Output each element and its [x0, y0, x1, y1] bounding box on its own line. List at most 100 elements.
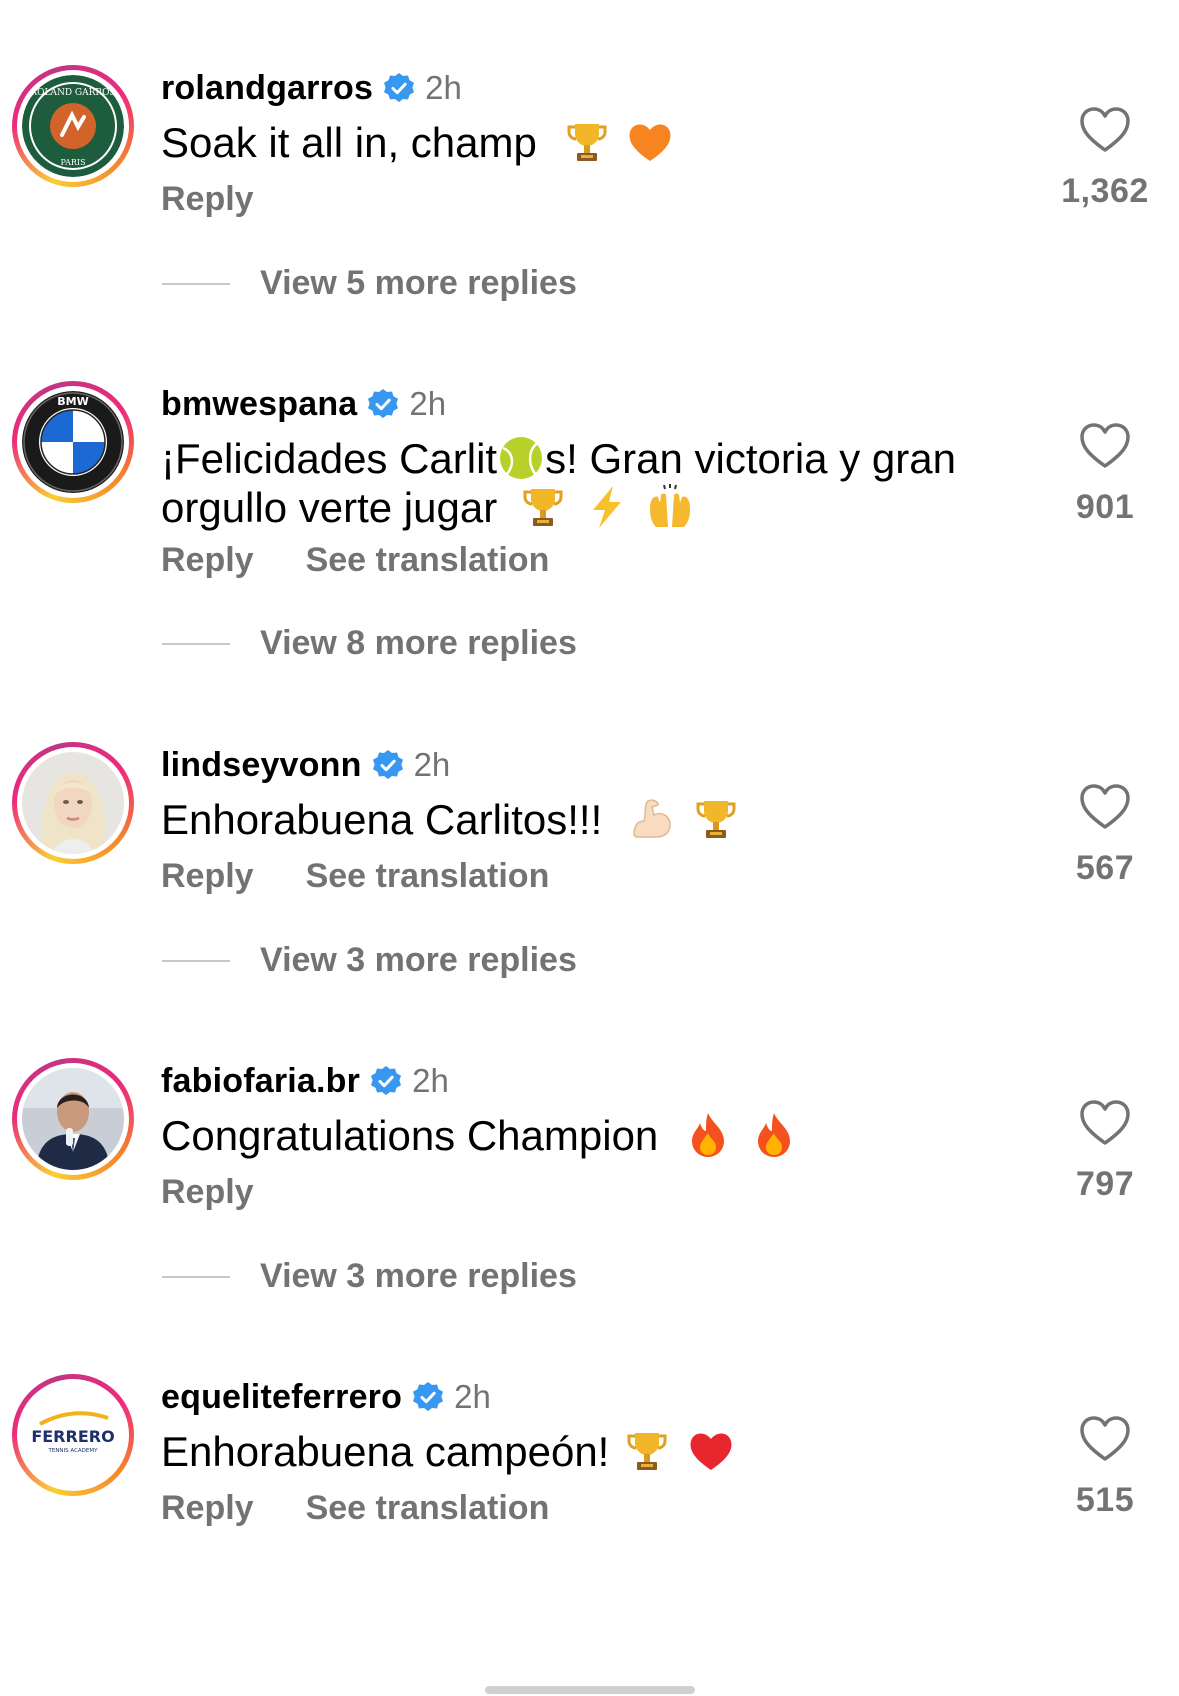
comment-item: FERRERO TENNIS ACADEMY equeliteferrero 2…	[0, 1309, 1179, 1649]
heart-icon[interactable]	[1079, 1099, 1131, 1147]
avatar-story-ring[interactable]	[12, 742, 134, 864]
profile-photo	[22, 1068, 124, 1170]
fire-emoji	[684, 1111, 732, 1159]
view-replies-button[interactable]: View 5 more replies	[162, 264, 577, 303]
logo-text-top: ROLAND GARROS	[30, 88, 115, 98]
tennis-ball-emoji	[497, 434, 545, 482]
comment-body: Enhorabuena campeón!	[161, 1428, 610, 1475]
comment-text: Congratulations Champion	[161, 1111, 1031, 1160]
verified-badge-icon	[383, 72, 415, 104]
see-translation-button[interactable]: See translation	[306, 857, 550, 896]
comment-actions: Reply	[161, 1173, 306, 1212]
view-replies-label: View 5 more replies	[260, 264, 577, 302]
comment-header: fabiofaria.br 2h	[161, 1058, 449, 1104]
timestamp: 2h	[413, 746, 451, 783]
reply-button[interactable]: Reply	[161, 857, 254, 896]
avatar	[22, 752, 124, 854]
like-control: 515	[1040, 1415, 1170, 1520]
view-replies-button[interactable]: View 3 more replies	[162, 941, 577, 980]
avatar-story-ring[interactable]: FERRERO TENNIS ACADEMY	[12, 1374, 134, 1496]
heart-icon[interactable]	[1079, 106, 1131, 154]
username[interactable]: fabiofaria.br	[161, 1062, 360, 1101]
heart-icon[interactable]	[1079, 783, 1131, 831]
divider-line	[162, 282, 230, 285]
profile-photo	[22, 752, 124, 854]
see-translation-button[interactable]: See translation	[306, 541, 550, 580]
view-replies-button[interactable]: View 8 more replies	[162, 624, 577, 663]
trophy-emoji	[692, 795, 740, 843]
like-count: 515	[1075, 1481, 1135, 1519]
username[interactable]: lindseyvonn	[161, 746, 362, 785]
reply-button[interactable]: Reply	[161, 1489, 254, 1528]
comment-actions: Reply See translation	[161, 857, 601, 896]
timestamp: 2h	[409, 385, 447, 422]
comment-header: rolandgarros 2h	[161, 65, 462, 111]
heart-icon[interactable]	[1079, 422, 1131, 470]
logo-subtext: TENNIS ACADEMY	[47, 1448, 98, 1454]
logo-text: FERRERO	[31, 1427, 114, 1446]
comment-item: ROLAND GARROS PARIS rolandgarros 2h Soak…	[0, 0, 1179, 340]
username[interactable]: rolandgarros	[161, 69, 373, 108]
home-indicator	[485, 1686, 695, 1694]
comment-body-part1: ¡Felicidades Carlit	[161, 435, 498, 482]
comment-item: lindseyvonn 2h Enhorabuena Carlitos!!! R…	[0, 677, 1179, 1017]
orange-heart-emoji	[626, 118, 674, 166]
comment-header: lindseyvonn 2h	[161, 742, 450, 788]
timestamp: 2h	[425, 69, 462, 106]
avatar-story-ring[interactable]	[12, 1058, 134, 1180]
fire-emoji	[750, 1111, 798, 1159]
comment-actions: Reply See translation	[161, 541, 601, 580]
ferrero-logo: FERRERO TENNIS ACADEMY	[22, 1384, 124, 1486]
comment-item: fabiofaria.br 2h Congratulations Champio…	[0, 993, 1179, 1333]
flexed-biceps-emoji	[628, 795, 676, 843]
username[interactable]: equeliteferrero	[161, 1378, 402, 1417]
view-replies-label: View 8 more replies	[260, 624, 577, 662]
logo-text: BMW	[57, 395, 88, 408]
lightning-emoji	[583, 483, 631, 531]
divider-line	[162, 1275, 230, 1278]
like-control: 567	[1040, 783, 1170, 888]
divider-line	[162, 959, 230, 962]
username[interactable]: bmwespana	[161, 385, 357, 424]
avatar-story-ring[interactable]: ROLAND GARROS PARIS	[12, 65, 134, 187]
verified-badge-icon	[370, 1065, 402, 1097]
roland-garros-logo: ROLAND GARROS PARIS	[22, 75, 124, 177]
bmw-logo: BMW	[22, 391, 124, 493]
like-count: 797	[1075, 1165, 1135, 1203]
comment-body: Congratulations Champion	[161, 1112, 659, 1159]
reply-button[interactable]: Reply	[161, 180, 254, 219]
avatar: FERRERO TENNIS ACADEMY	[22, 1384, 124, 1486]
heart-icon[interactable]	[1079, 1415, 1131, 1463]
see-translation-button[interactable]: See translation	[306, 1489, 550, 1528]
avatar-story-ring[interactable]: BMW	[12, 381, 134, 503]
comment-text: Enhorabuena Carlitos!!!	[161, 795, 1031, 844]
raising-hands-emoji	[646, 483, 694, 531]
comment-header: bmwespana 2h	[161, 381, 446, 427]
avatar: ROLAND GARROS PARIS	[22, 75, 124, 177]
reply-button[interactable]: Reply	[161, 1173, 254, 1212]
view-replies-label: View 3 more replies	[260, 1257, 577, 1295]
reply-button[interactable]: Reply	[161, 541, 254, 580]
verified-badge-icon	[412, 1381, 444, 1413]
view-replies-label: View 3 more replies	[260, 941, 577, 979]
trophy-emoji	[519, 483, 567, 531]
timestamp: 2h	[412, 1062, 449, 1099]
comment-item: BMW bmwespana 2h ¡Felicidades Carlit s! …	[0, 316, 1179, 662]
like-control: 797	[1040, 1099, 1170, 1204]
timestamp: 2h	[454, 1378, 491, 1415]
avatar	[22, 1068, 124, 1170]
comment-header: equeliteferrero 2h	[161, 1374, 491, 1420]
logo-text-bottom: PARIS	[60, 158, 85, 167]
avatar: BMW	[22, 391, 124, 493]
like-count: 901	[1075, 488, 1135, 526]
trophy-emoji	[563, 118, 611, 166]
divider-line	[162, 642, 230, 645]
red-heart-emoji	[687, 1427, 735, 1475]
comment-text: ¡Felicidades Carlit s! Gran victoria y g…	[161, 434, 1031, 532]
comment-body: Soak it all in, champ	[161, 119, 537, 166]
trophy-emoji	[623, 1427, 671, 1475]
verified-badge-icon	[372, 749, 404, 781]
comment-text: Soak it all in, champ	[161, 118, 1031, 167]
view-replies-button[interactable]: View 3 more replies	[162, 1257, 577, 1296]
comment-text: Enhorabuena campeón!	[161, 1427, 1031, 1476]
